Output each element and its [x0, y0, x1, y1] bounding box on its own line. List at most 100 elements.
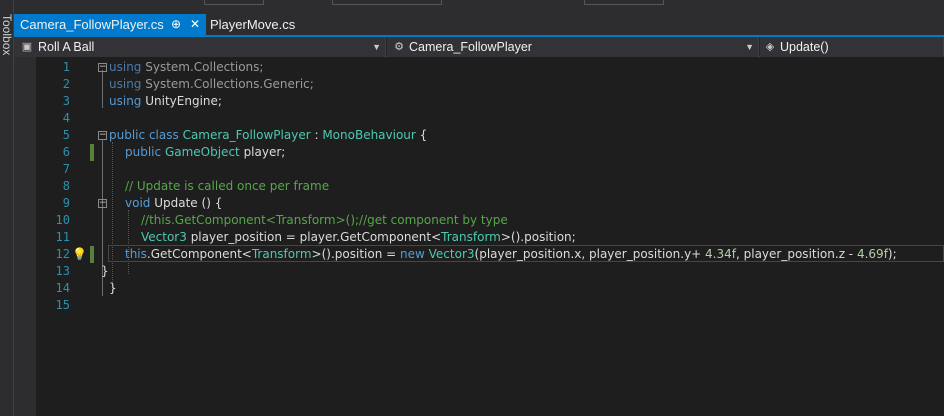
- line-number: 4: [62, 111, 70, 125]
- toolbox-panel[interactable]: Toolbox: [0, 0, 14, 416]
- line-number: 10: [55, 213, 70, 227]
- code-token: Camera_FollowPlayer: [182, 128, 311, 142]
- code-line[interactable]: 1 − using System.Collections;: [14, 59, 944, 76]
- change-marker: [90, 144, 94, 161]
- code-token: void: [125, 196, 151, 210]
- member-label: Update(): [780, 40, 829, 54]
- code-token: Vector3: [428, 247, 475, 261]
- code-token: using: [109, 60, 142, 74]
- close-icon[interactable]: ✕: [190, 14, 200, 35]
- code-text: // Update is called once per frame: [125, 178, 329, 195]
- class-icon: ⚙: [394, 41, 404, 53]
- code-token: // Update is called once per frame: [125, 179, 330, 193]
- line-number: 3: [62, 94, 70, 108]
- code-token: public: [125, 145, 162, 159]
- code-token: >().position;: [500, 230, 576, 244]
- class-label: Camera_FollowPlayer: [409, 40, 532, 54]
- code-text: using System.Collections.Generic;: [109, 76, 314, 93]
- code-token: Transform: [251, 247, 312, 261]
- code-token: Transform: [441, 230, 501, 244]
- code-token: (player_position.x, player_position.y+: [474, 247, 706, 261]
- code-text: using System.Collections;: [109, 59, 263, 76]
- method-icon: ◈: [765, 41, 775, 53]
- code-token: :: [310, 128, 323, 142]
- code-token: using: [109, 77, 142, 91]
- code-token: MonoBehaviour: [322, 128, 416, 142]
- code-line[interactable]: 5 − public class Camera_FollowPlayer : Mon…: [14, 127, 944, 144]
- change-marker: [90, 246, 94, 263]
- member-dropdown[interactable]: ◈ Update(): [760, 37, 944, 57]
- chevron-down-icon: ▼: [372, 42, 381, 52]
- tab-playermove[interactable]: PlayerMove.cs: [204, 14, 304, 35]
- class-dropdown[interactable]: ⚙ Camera_FollowPlayer ▼: [387, 37, 759, 57]
- code-token: new: [400, 247, 425, 261]
- code-token: 4.69f: [856, 247, 888, 261]
- code-token: 4.34f: [705, 247, 736, 261]
- code-token: GameObject: [164, 145, 240, 159]
- line-number: 14: [55, 281, 70, 295]
- code-line[interactable]: 10 //this.GetComponent<Transform>();//get…: [14, 212, 944, 229]
- code-token: {: [415, 128, 428, 142]
- code-line[interactable]: 11 Vector3 player_position = player.GetCo…: [14, 229, 944, 246]
- code-line[interactable]: 6 public GameObject player;: [14, 144, 944, 161]
- code-token: () {: [197, 196, 223, 210]
- code-token: Vector3: [141, 230, 187, 244]
- code-text: }: [101, 263, 109, 280]
- project-dropdown[interactable]: ▣ Roll A Ball ▼: [14, 37, 386, 57]
- lightbulb-icon[interactable]: 💡: [72, 247, 87, 262]
- line-number: 9: [62, 196, 70, 210]
- code-line[interactable]: 9 − void Update () {: [14, 195, 944, 212]
- collapse-icon[interactable]: −: [98, 131, 107, 140]
- code-text: void Update () {: [125, 195, 222, 212]
- line-number: 2: [62, 77, 70, 91]
- project-label: Roll A Ball: [38, 40, 95, 54]
- tab-camera-followplayer[interactable]: Camera_FollowPlayer.cs ⊕ ✕: [14, 14, 206, 35]
- document-tab-bar: Camera_FollowPlayer.cs ⊕ ✕ PlayerMove.cs: [14, 12, 944, 35]
- pin-icon[interactable]: ⊕: [171, 14, 181, 35]
- code-text: Vector3 player_position = player.GetComp…: [141, 229, 576, 246]
- code-line[interactable]: 8 // Update is called once per frame: [14, 178, 944, 195]
- toolbox-label[interactable]: Toolbox: [0, 14, 14, 60]
- code-token: }: [109, 281, 117, 295]
- code-token: public: [109, 128, 146, 142]
- code-text: }: [109, 280, 117, 297]
- code-text: public class Camera_FollowPlayer : MonoB…: [109, 127, 427, 144]
- code-token: System.Collections.Generic;: [141, 77, 314, 91]
- line-number: 11: [55, 230, 70, 244]
- code-line[interactable]: 15: [14, 297, 944, 314]
- code-line[interactable]: 12 💡 this.GetComponent<Transform>().positi…: [14, 246, 944, 263]
- code-token: >().position =: [311, 247, 400, 261]
- code-token: class: [148, 128, 179, 142]
- line-number: 5: [62, 128, 70, 142]
- toolbar-fragment: [584, 0, 664, 5]
- collapse-icon[interactable]: −: [98, 63, 107, 72]
- collapse-icon[interactable]: −: [98, 199, 107, 208]
- code-line[interactable]: 7: [14, 161, 944, 178]
- chevron-down-icon: ▼: [745, 42, 754, 52]
- code-line[interactable]: 14}: [14, 280, 944, 297]
- line-number: 12: [55, 247, 70, 261]
- line-number: 6: [62, 145, 70, 159]
- line-number: 8: [62, 179, 70, 193]
- toolbar-fragment: [332, 0, 442, 5]
- code-line[interactable]: 13}: [14, 263, 944, 280]
- toolbar-strip: [14, 0, 944, 12]
- code-token: , player_position.z -: [736, 247, 857, 261]
- code-token: using: [109, 94, 142, 108]
- code-token: //this.GetComponent<Transform>();//get c…: [141, 213, 508, 227]
- code-line[interactable]: 2 using System.Collections.Generic;: [14, 76, 944, 93]
- code-line[interactable]: 3 using UnityEngine;: [14, 93, 944, 110]
- code-token: .GetComponent<: [146, 247, 252, 261]
- code-text: //this.GetComponent<Transform>();//get c…: [141, 212, 508, 229]
- code-text: public GameObject player;: [125, 144, 285, 161]
- code-text: this.GetComponent<Transform>().position …: [125, 246, 897, 263]
- code-token: }: [101, 264, 109, 278]
- code-line[interactable]: 4: [14, 110, 944, 127]
- code-editor[interactable]: 1− using System.Collections; 2 using System…: [14, 57, 944, 416]
- code-token: UnityEngine;: [141, 94, 222, 108]
- code-token: Update: [154, 196, 198, 210]
- code-token: this: [125, 247, 147, 261]
- toolbar-fragment: [204, 0, 264, 5]
- code-token: player_position = player.GetComponent<: [186, 230, 442, 244]
- code-token: );: [887, 247, 897, 261]
